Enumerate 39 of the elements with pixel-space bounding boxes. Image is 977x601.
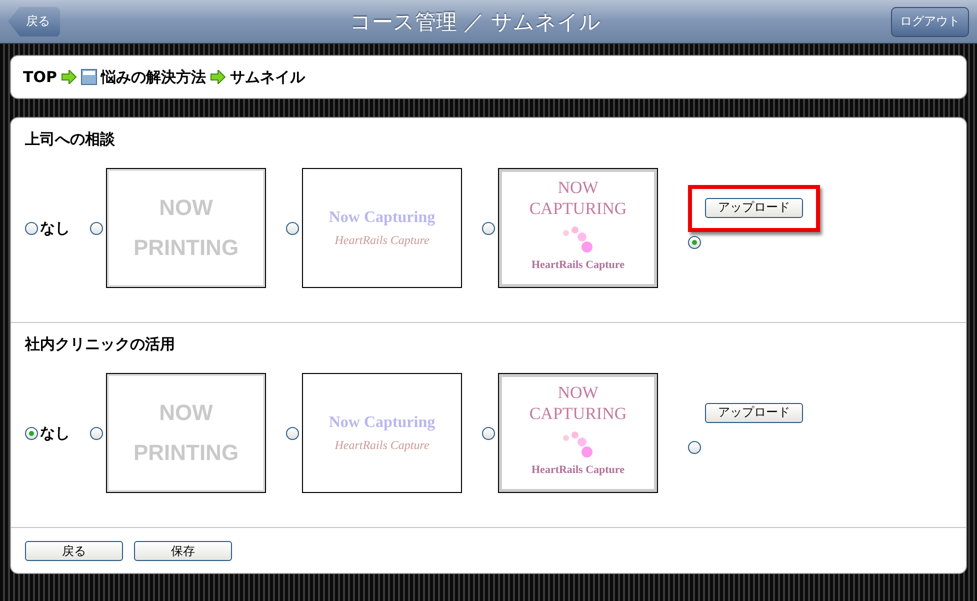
- option-label: なし: [40, 218, 70, 238]
- breadcrumb-link[interactable]: TOP: [23, 68, 57, 86]
- radio-button[interactable]: [286, 426, 299, 440]
- breadcrumb-link[interactable]: 悩みの解決方法: [100, 68, 206, 86]
- section-title: 上司への相談: [25, 130, 116, 150]
- thumbnail-text: HeartRails Capture: [532, 259, 624, 271]
- radio-button[interactable]: [90, 222, 103, 234]
- action-button[interactable]: 戻る: [25, 541, 123, 561]
- thumbnail-text: Now Capturing: [328, 414, 436, 432]
- dots-drawing: [562, 225, 594, 253]
- thumbnail-text: Now Capturing: [328, 208, 436, 226]
- upload-button[interactable]: アップロード: [705, 198, 803, 218]
- upload-button[interactable]: アップロード: [705, 402, 803, 423]
- thumbnail-text: CAPTURING: [529, 403, 627, 424]
- radio-button[interactable]: [25, 426, 38, 440]
- radio-button[interactable]: [286, 222, 299, 234]
- thumbnail-text: HeartRails Capture: [334, 438, 430, 452]
- arrow-icon: [60, 70, 77, 84]
- action-button[interactable]: 保存: [134, 541, 232, 561]
- radio-button[interactable]: [482, 222, 495, 234]
- arrow-icon: [210, 70, 226, 84]
- radio-button[interactable]: [482, 426, 495, 440]
- dots-drawing: [562, 430, 594, 458]
- breadcrumb-link[interactable]: サムネイル: [230, 68, 305, 86]
- document-icon: [80, 69, 97, 85]
- radio-button[interactable]: [688, 440, 701, 454]
- back-button[interactable]: 戻る: [8, 6, 60, 36]
- logout-button[interactable]: ログアウト: [890, 6, 969, 36]
- option-label: なし: [40, 424, 70, 442]
- section-title: 社内クリニックの活用: [25, 335, 176, 355]
- radio-button[interactable]: [90, 426, 103, 440]
- thumbnail-text: HeartRails Capture: [334, 232, 430, 248]
- thumbnail-text: NOW: [558, 382, 598, 403]
- radio-button[interactable]: [25, 222, 38, 234]
- thumbnail-text: HeartRails Capture: [532, 464, 624, 476]
- page-title: コース管理 ／ サムネイル: [350, 8, 602, 36]
- thumbnail-text: CAPTURING: [529, 198, 627, 219]
- thumbnail-text: NOW: [558, 177, 598, 198]
- radio-button[interactable]: [688, 236, 701, 249]
